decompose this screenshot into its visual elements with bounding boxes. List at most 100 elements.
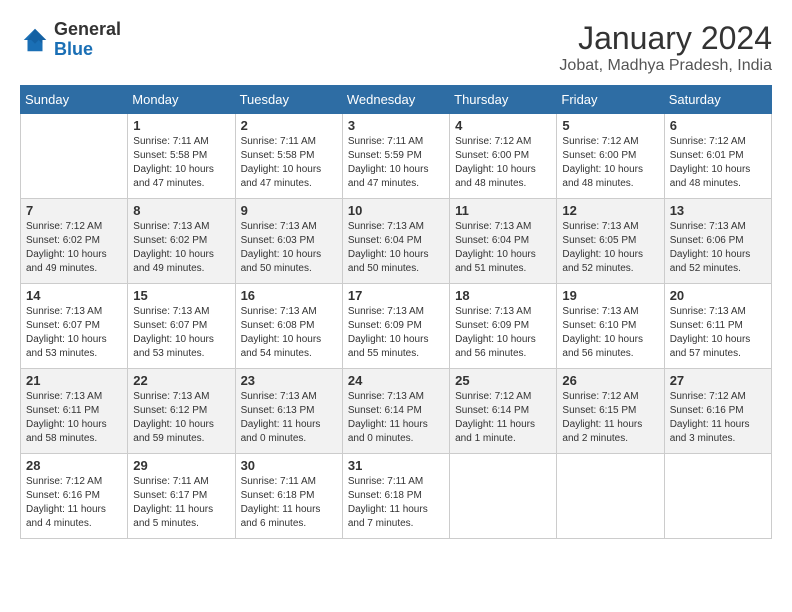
calendar-cell: 12 Sunrise: 7:13 AM Sunset: 6:05 PM Dayli…	[557, 199, 664, 284]
calendar-cell: 27Sunrise: 7:12 AM Sunset: 6:16 PM Dayli…	[664, 369, 771, 454]
calendar-week-row: 1 Sunrise: 7:11 AM Sunset: 5:58 PM Daylig…	[21, 114, 772, 199]
calendar-cell: 15 Sunrise: 7:13 AM Sunset: 6:07 PM Dayli…	[128, 284, 235, 369]
day-number: 25	[455, 373, 551, 388]
day-number: 18	[455, 288, 551, 303]
day-info: Sunrise: 7:13 AM Sunset: 6:06 PM Dayligh…	[670, 220, 766, 276]
calendar-cell: 13 Sunrise: 7:13 AM Sunset: 6:06 PM Dayli…	[664, 199, 771, 284]
calendar-cell: 18 Sunrise: 7:13 AM Sunset: 6:09 PM Dayli…	[450, 284, 557, 369]
day-info: Sunrise: 7:13 AM Sunset: 6:07 PM Dayligh…	[26, 305, 122, 361]
day-number: 1	[133, 118, 229, 133]
logo: General Blue	[20, 20, 121, 60]
calendar-cell: 4 Sunrise: 7:12 AM Sunset: 6:00 PM Daylig…	[450, 114, 557, 199]
day-number: 20	[670, 288, 766, 303]
calendar-cell: 25 Sunrise: 7:12 AM Sunset: 6:14 PM Dayli…	[450, 369, 557, 454]
day-number: 22	[133, 373, 229, 388]
day-info: Sunrise: 7:13 AM Sunset: 6:09 PM Dayligh…	[348, 305, 444, 361]
calendar-cell	[21, 114, 128, 199]
calendar-cell: 24 Sunrise: 7:13 AM Sunset: 6:14 PM Dayli…	[342, 369, 449, 454]
day-info: Sunrise: 7:11 AM Sunset: 6:17 PM Dayligh…	[133, 475, 229, 531]
day-number: 4	[455, 118, 551, 133]
day-number: 16	[241, 288, 337, 303]
day-number: 3	[348, 118, 444, 133]
day-number: 9	[241, 203, 337, 218]
day-number: 23	[241, 373, 337, 388]
day-number: 11	[455, 203, 551, 218]
day-info: Sunrise: 7:11 AM Sunset: 5:59 PM Dayligh…	[348, 135, 444, 191]
calendar-cell	[450, 454, 557, 539]
logo-text: General Blue	[54, 20, 121, 60]
day-number: 24	[348, 373, 444, 388]
day-info: Sunrise: 7:13 AM Sunset: 6:11 PM Dayligh…	[670, 305, 766, 361]
day-of-week-header: Saturday	[664, 86, 771, 114]
calendar-cell: 26Sunrise: 7:12 AM Sunset: 6:15 PM Dayli…	[557, 369, 664, 454]
day-of-week-header: Sunday	[21, 86, 128, 114]
calendar-week-row: 28 Sunrise: 7:12 AM Sunset: 6:16 PM Dayli…	[21, 454, 772, 539]
day-number: 29	[133, 458, 229, 473]
day-number: 10	[348, 203, 444, 218]
day-of-week-header: Monday	[128, 86, 235, 114]
day-number: 6	[670, 118, 766, 133]
calendar-cell: 22 Sunrise: 7:13 AM Sunset: 6:12 PM Dayli…	[128, 369, 235, 454]
day-info: Sunrise: 7:11 AM Sunset: 6:18 PM Dayligh…	[348, 475, 444, 531]
calendar-cell: 20 Sunrise: 7:13 AM Sunset: 6:11 PM Dayli…	[664, 284, 771, 369]
calendar-cell: 14 Sunrise: 7:13 AM Sunset: 6:07 PM Dayli…	[21, 284, 128, 369]
day-number: 14	[26, 288, 122, 303]
day-info: Sunrise: 7:12 AM Sunset: 6:01 PM Dayligh…	[670, 135, 766, 191]
calendar-cell	[664, 454, 771, 539]
day-number: 30	[241, 458, 337, 473]
calendar-table: SundayMondayTuesdayWednesdayThursdayFrid…	[20, 85, 772, 539]
calendar-cell: 6 Sunrise: 7:12 AM Sunset: 6:01 PM Daylig…	[664, 114, 771, 199]
calendar-cell: 28 Sunrise: 7:12 AM Sunset: 6:16 PM Dayli…	[21, 454, 128, 539]
day-info: Sunrise: 7:13 AM Sunset: 6:12 PM Dayligh…	[133, 390, 229, 446]
day-number: 13	[670, 203, 766, 218]
day-info: Sunrise: 7:12 AM Sunset: 6:14 PM Dayligh…	[455, 390, 551, 446]
month-title: January 2024	[559, 20, 772, 57]
calendar-cell: 7 Sunrise: 7:12 AM Sunset: 6:02 PM Daylig…	[21, 199, 128, 284]
calendar-cell: 10 Sunrise: 7:13 AM Sunset: 6:04 PM Dayli…	[342, 199, 449, 284]
day-info: Sunrise: 7:11 AM Sunset: 5:58 PM Dayligh…	[241, 135, 337, 191]
day-info: Sunrise: 7:13 AM Sunset: 6:10 PM Dayligh…	[562, 305, 658, 361]
calendar-header-row: SundayMondayTuesdayWednesdayThursdayFrid…	[21, 86, 772, 114]
day-info: Sunrise: 7:12 AM Sunset: 6:16 PM Dayligh…	[26, 475, 122, 531]
logo-icon	[20, 25, 50, 55]
day-number: 28	[26, 458, 122, 473]
day-of-week-header: Wednesday	[342, 86, 449, 114]
day-number: 15	[133, 288, 229, 303]
day-info: Sunrise: 7:13 AM Sunset: 6:02 PM Dayligh…	[133, 220, 229, 276]
day-number: 2	[241, 118, 337, 133]
calendar-cell: 31 Sunrise: 7:11 AM Sunset: 6:18 PM Dayli…	[342, 454, 449, 539]
day-number: 8	[133, 203, 229, 218]
day-info: Sunrise: 7:12 AM Sunset: 6:16 PM Dayligh…	[670, 390, 766, 446]
day-info: Sunrise: 7:13 AM Sunset: 6:08 PM Dayligh…	[241, 305, 337, 361]
day-info: Sunrise: 7:12 AM Sunset: 6:02 PM Dayligh…	[26, 220, 122, 276]
day-of-week-header: Tuesday	[235, 86, 342, 114]
calendar-cell: 17Sunrise: 7:13 AM Sunset: 6:09 PM Dayli…	[342, 284, 449, 369]
calendar-cell: 30 Sunrise: 7:11 AM Sunset: 6:18 PM Dayli…	[235, 454, 342, 539]
day-info: Sunrise: 7:11 AM Sunset: 6:18 PM Dayligh…	[241, 475, 337, 531]
calendar-cell: 19 Sunrise: 7:13 AM Sunset: 6:10 PM Dayli…	[557, 284, 664, 369]
day-number: 31	[348, 458, 444, 473]
calendar-cell: 3 Sunrise: 7:11 AM Sunset: 5:59 PM Daylig…	[342, 114, 449, 199]
title-block: January 2024 Jobat, Madhya Pradesh, Indi…	[559, 20, 772, 75]
calendar-cell: 2 Sunrise: 7:11 AM Sunset: 5:58 PM Daylig…	[235, 114, 342, 199]
day-info: Sunrise: 7:13 AM Sunset: 6:03 PM Dayligh…	[241, 220, 337, 276]
day-info: Sunrise: 7:13 AM Sunset: 6:09 PM Dayligh…	[455, 305, 551, 361]
calendar-cell: 16 Sunrise: 7:13 AM Sunset: 6:08 PM Dayli…	[235, 284, 342, 369]
day-info: Sunrise: 7:13 AM Sunset: 6:05 PM Dayligh…	[562, 220, 658, 276]
calendar-cell: 23Sunrise: 7:13 AM Sunset: 6:13 PM Dayli…	[235, 369, 342, 454]
day-number: 7	[26, 203, 122, 218]
calendar-week-row: 14 Sunrise: 7:13 AM Sunset: 6:07 PM Dayli…	[21, 284, 772, 369]
day-info: Sunrise: 7:12 AM Sunset: 6:15 PM Dayligh…	[562, 390, 658, 446]
day-info: Sunrise: 7:13 AM Sunset: 6:07 PM Dayligh…	[133, 305, 229, 361]
day-info: Sunrise: 7:13 AM Sunset: 6:14 PM Dayligh…	[348, 390, 444, 446]
day-info: Sunrise: 7:12 AM Sunset: 6:00 PM Dayligh…	[455, 135, 551, 191]
calendar-cell: 5Sunrise: 7:12 AM Sunset: 6:00 PM Daylig…	[557, 114, 664, 199]
day-number: 5	[562, 118, 658, 133]
day-info: Sunrise: 7:13 AM Sunset: 6:04 PM Dayligh…	[455, 220, 551, 276]
day-number: 19	[562, 288, 658, 303]
calendar-cell: 11 Sunrise: 7:13 AM Sunset: 6:04 PM Dayli…	[450, 199, 557, 284]
calendar-cell: 9 Sunrise: 7:13 AM Sunset: 6:03 PM Daylig…	[235, 199, 342, 284]
day-number: 12	[562, 203, 658, 218]
day-info: Sunrise: 7:13 AM Sunset: 6:04 PM Dayligh…	[348, 220, 444, 276]
calendar-week-row: 21Sunrise: 7:13 AM Sunset: 6:11 PM Dayli…	[21, 369, 772, 454]
